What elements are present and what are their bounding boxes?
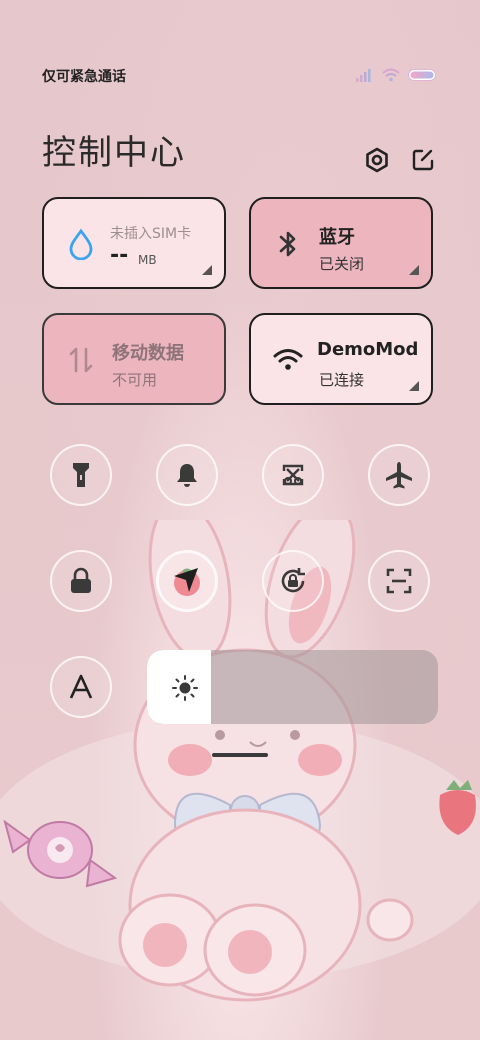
scanner-toggle[interactable]: [368, 550, 430, 612]
bluetooth-status: 已关闭: [319, 255, 365, 273]
data-usage-value: --: [110, 243, 129, 268]
location-icon: [174, 568, 200, 596]
edit-icon: [412, 149, 434, 171]
wifi-icon: [273, 345, 303, 375]
signal-strength-icon: [356, 69, 371, 82]
flashlight-icon: [73, 463, 89, 487]
page-title: 控制中心: [42, 133, 186, 173]
bell-icon: [177, 464, 197, 487]
brightness-icon: [172, 675, 198, 701]
brightness-slider[interactable]: [147, 650, 438, 724]
mobile-data-status: 不可用: [112, 371, 158, 389]
expand-corner-icon: [409, 381, 419, 391]
water-drop-icon: [66, 228, 96, 260]
wifi-network-name: DemoMod: [317, 339, 419, 360]
wifi-status: 已连接: [319, 371, 365, 389]
screenshot-toggle[interactable]: [262, 444, 324, 506]
data-usage-tile[interactable]: 未插入SIM卡 -- MB: [42, 197, 226, 289]
expand-corner-icon: [202, 265, 212, 275]
status-icons: [356, 68, 436, 82]
bluetooth-tile[interactable]: 蓝牙 已关闭: [249, 197, 433, 289]
screenshot-icon: [282, 464, 304, 486]
data-usage-unit: MB: [138, 253, 157, 267]
font-icon: [69, 674, 93, 699]
battery-icon: [408, 69, 436, 81]
font-size-toggle[interactable]: [50, 656, 112, 718]
airplane-mode-toggle[interactable]: [368, 444, 430, 506]
gear-icon: [366, 147, 388, 173]
flashlight-toggle[interactable]: [50, 444, 112, 506]
mobile-data-tile[interactable]: 移动数据 不可用: [42, 313, 226, 405]
rotation-lock-toggle[interactable]: [262, 550, 324, 612]
wifi-status-icon: [382, 68, 400, 82]
lock-screen-toggle[interactable]: [50, 550, 112, 612]
notification-toggle[interactable]: [156, 444, 218, 506]
settings-button[interactable]: [362, 145, 392, 175]
carrier-status-text: 仅可紧急通话: [42, 69, 126, 85]
edit-button[interactable]: [408, 145, 438, 175]
airplane-icon: [386, 462, 412, 489]
rotation-lock-icon: [281, 568, 305, 593]
location-toggle[interactable]: [156, 550, 218, 612]
sim-status-label: 未插入SIM卡: [110, 226, 192, 242]
mobile-data-arrows-icon: [66, 345, 96, 375]
mobile-data-title: 移动数据: [112, 343, 184, 364]
home-indicator: [212, 753, 268, 757]
expand-corner-icon: [409, 265, 419, 275]
lock-icon: [71, 567, 91, 593]
scan-icon: [386, 568, 412, 594]
bluetooth-title: 蓝牙: [319, 227, 355, 248]
wifi-tile[interactable]: DemoMod 已连接: [249, 313, 433, 405]
bluetooth-icon: [273, 229, 303, 259]
